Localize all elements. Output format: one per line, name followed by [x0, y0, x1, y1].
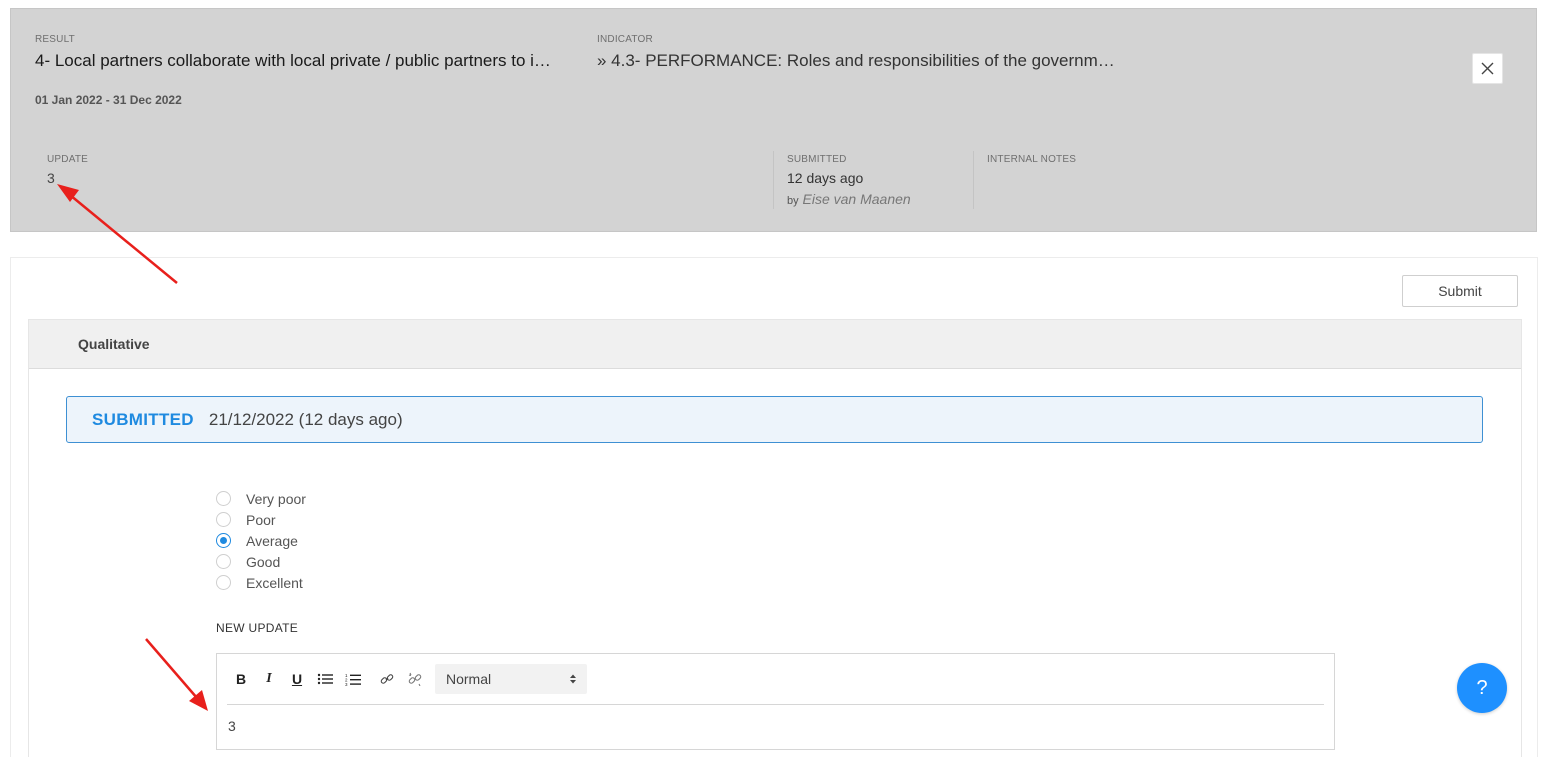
radio-option-average[interactable]: Average: [216, 530, 306, 551]
update-value: 3: [47, 170, 55, 186]
radio-option-excellent[interactable]: Excellent: [216, 572, 306, 593]
radio-label: Good: [246, 553, 281, 570]
status-date: 21/12/2022 (12 days ago): [208, 409, 403, 429]
radio-option-very-poor[interactable]: Very poor: [216, 488, 306, 509]
radio-label: Very poor: [246, 490, 306, 507]
radio-button[interactable]: [216, 575, 231, 590]
link-icon[interactable]: [373, 664, 401, 694]
new-update-label: NEW UPDATE: [216, 621, 299, 635]
meta-submitted: SUBMITTED 12 days ago by Eise van Maanen: [787, 154, 911, 207]
meta-update: UPDATE 3: [47, 154, 88, 186]
result-caption: RESULT: [35, 34, 75, 45]
close-button[interactable]: [1472, 53, 1503, 84]
radio-button[interactable]: [216, 512, 231, 527]
status-banner: SUBMITTED 21/12/2022 (12 days ago): [66, 396, 1483, 443]
format-select[interactable]: Normal: [435, 664, 587, 694]
radio-option-poor[interactable]: Poor: [216, 509, 306, 530]
radio-button[interactable]: [216, 491, 231, 506]
meta-divider: [773, 151, 774, 209]
rich-text-editor: B I U 1 2 3 Normal 3: [216, 653, 1335, 750]
indicator-title: » 4.3- PERFORMANCE: Roles and responsibi…: [597, 51, 1115, 70]
update-caption: UPDATE: [47, 154, 89, 165]
italic-icon[interactable]: I: [255, 664, 283, 694]
indicator-caption: INDICATOR: [597, 34, 653, 45]
update-header-panel: RESULT 4- Local partners collaborate wit…: [10, 8, 1537, 232]
select-arrows-icon: [570, 674, 576, 684]
radio-label: Average: [246, 532, 298, 549]
status-label: SUBMITTED: [92, 409, 194, 429]
period-range: 01 Jan 2022 - 31 Dec 2022: [35, 93, 182, 107]
submit-button[interactable]: Submit: [1402, 275, 1518, 307]
result-title: 4- Local partners collaborate with local…: [35, 51, 551, 70]
editor-toolbar: B I U 1 2 3 Normal: [227, 664, 1324, 705]
main-card: Submit Qualitative SUBMITTED 21/12/2022 …: [10, 257, 1538, 757]
underline-icon[interactable]: U: [283, 664, 311, 694]
by-label: by: [787, 195, 799, 207]
qualitative-section: Qualitative SUBMITTED 21/12/2022 (12 day…: [28, 319, 1522, 757]
score-radio-group: Very poor Poor Average Good Excellent: [216, 488, 306, 593]
indicator-column: INDICATOR » 4.3- PERFORMANCE: Roles and …: [597, 34, 1157, 71]
submitted-value: 12 days ago: [787, 170, 864, 186]
radio-label: Excellent: [246, 574, 303, 591]
editor-content[interactable]: 3: [228, 718, 236, 734]
radio-button[interactable]: [216, 554, 231, 569]
meta-divider: [973, 151, 974, 209]
ordered-list-icon[interactable]: 1 2 3: [339, 664, 367, 694]
submitted-caption: SUBMITTED: [787, 154, 847, 165]
page: RESULT 4- Local partners collaborate wit…: [0, 0, 1545, 757]
submitter-name: Eise van Maanen: [802, 191, 911, 207]
radio-option-good[interactable]: Good: [216, 551, 306, 572]
section-title: Qualitative: [29, 320, 1521, 369]
unlink-icon[interactable]: [401, 664, 429, 694]
internal-notes-caption: INTERNAL NOTES: [987, 154, 1077, 165]
help-button[interactable]: ?: [1457, 663, 1507, 713]
bullet-list-icon[interactable]: [311, 664, 339, 694]
close-icon: [1481, 62, 1494, 75]
svg-text:3: 3: [345, 682, 348, 686]
radio-label: Poor: [246, 511, 276, 528]
format-select-value: Normal: [446, 671, 492, 687]
radio-button-selected[interactable]: [216, 533, 231, 548]
bold-icon[interactable]: B: [227, 664, 255, 694]
meta-internal-notes: INTERNAL NOTES: [987, 154, 1076, 165]
result-column: RESULT 4- Local partners collaborate wit…: [35, 34, 590, 71]
submitted-by: by Eise van Maanen: [787, 191, 911, 207]
